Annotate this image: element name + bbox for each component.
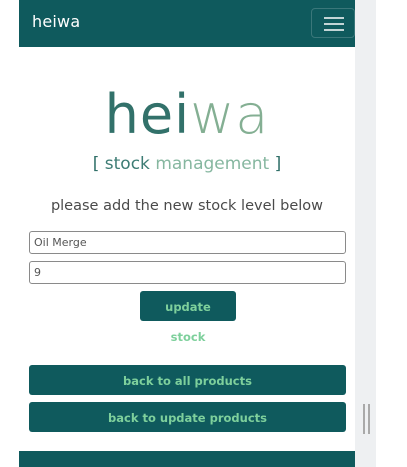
navbar: heiwa bbox=[19, 0, 355, 47]
form-instruction: please add the new stock level below bbox=[50, 198, 324, 214]
subtitle-open-bracket: [ bbox=[92, 154, 100, 174]
back-to-all-products-button[interactable]: back to all products bbox=[29, 365, 346, 395]
logo-part-hei: hei bbox=[104, 83, 191, 146]
heiwa-logo: heiwa bbox=[19, 80, 355, 150]
stock-level-field[interactable] bbox=[29, 261, 346, 284]
footer bbox=[19, 451, 355, 467]
mobile-app-frame: heiwa heiwa [ stock management ] please … bbox=[19, 0, 355, 467]
logo-part-wa: wa bbox=[190, 83, 270, 146]
product-name-field[interactable] bbox=[29, 231, 346, 254]
scrollbar-track[interactable] bbox=[355, 0, 376, 467]
subtitle-word-stock: stock bbox=[104, 154, 150, 174]
hamburger-menu-button[interactable] bbox=[311, 8, 355, 38]
subtitle-close-bracket: ] bbox=[274, 154, 282, 174]
back-to-update-products-button[interactable]: back to update products bbox=[29, 402, 346, 432]
resize-grip-icon[interactable] bbox=[363, 404, 371, 434]
left-margin bbox=[0, 0, 19, 467]
navbar-brand[interactable]: heiwa bbox=[32, 12, 80, 31]
right-margin bbox=[376, 0, 407, 467]
update-stock-button[interactable]: update stock bbox=[140, 291, 236, 344]
page-subtitle: [ stock management ] bbox=[19, 154, 355, 174]
subtitle-word-management: management bbox=[155, 154, 270, 174]
